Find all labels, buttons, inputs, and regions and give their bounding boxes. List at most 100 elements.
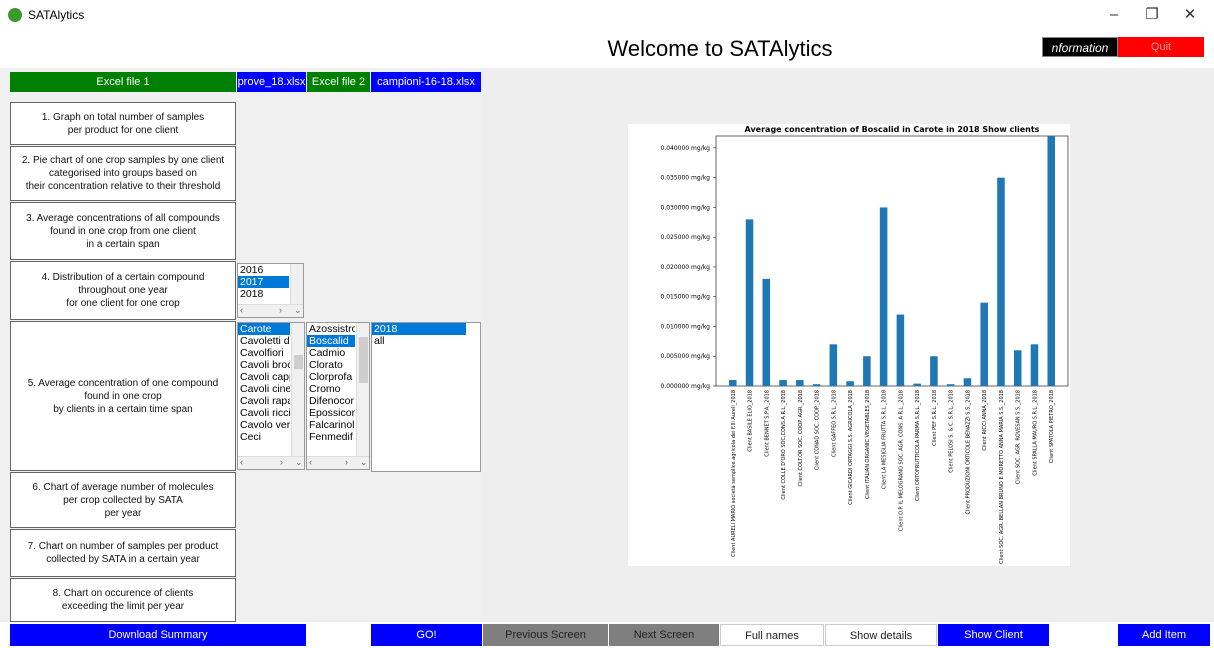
- compound-option[interactable]: Cromo: [307, 383, 355, 395]
- crop-option[interactable]: Cavoli cine: [238, 383, 290, 395]
- span-listbox[interactable]: 2018 all: [371, 322, 481, 472]
- bar: [963, 378, 972, 386]
- x-tick-label: Client BASILE ELIO_2018: [748, 390, 754, 452]
- year-option[interactable]: 2016: [238, 264, 289, 276]
- compound-option[interactable]: Clorprofa: [307, 371, 355, 383]
- compound-option[interactable]: Epossicon: [307, 407, 355, 419]
- quit-button[interactable]: Quit: [1118, 37, 1204, 57]
- scroll-right-icon[interactable]: ›: [279, 305, 282, 315]
- bar: [728, 380, 737, 386]
- excel-file-1-button[interactable]: Excel file 1: [10, 72, 236, 92]
- excel-file-1-name: prove_18.xlsx: [237, 72, 306, 92]
- previous-screen-button[interactable]: Previous Screen: [483, 624, 608, 646]
- bar: [1013, 350, 1022, 386]
- compound-scroll-thumb[interactable]: [359, 337, 368, 383]
- x-tick-label: Client CONAD SOC. COOP._2018: [815, 390, 821, 470]
- crop-scroll-thumb[interactable]: [294, 355, 303, 369]
- show-client-button[interactable]: Show Client: [938, 624, 1049, 646]
- year-option[interactable]: 2018: [238, 288, 289, 300]
- bar: [1047, 136, 1056, 386]
- scroll-left-icon[interactable]: ‹: [240, 457, 243, 467]
- crop-option[interactable]: Cavoli rapa: [238, 395, 290, 407]
- crop-option[interactable]: Cavoli broc: [238, 359, 290, 371]
- restore-icon[interactable]: ❐: [1137, 4, 1167, 26]
- function-7-button[interactable]: 7. Chart on number of samples per produc…: [10, 529, 236, 577]
- app-logo-icon: [8, 8, 22, 22]
- download-summary-button[interactable]: Download Summary: [10, 624, 306, 646]
- show-details-button[interactable]: Show details: [825, 624, 937, 646]
- excel-file-2-button[interactable]: Excel file 2: [307, 72, 370, 92]
- compound-listbox[interactable]: Azossistro Boscalid Cadmio Clorato Clorprofa…: [306, 322, 370, 470]
- scroll-down-icon[interactable]: ⌄: [360, 457, 368, 468]
- next-screen-button[interactable]: Next Screen: [609, 624, 719, 646]
- bar: [879, 207, 888, 386]
- x-tick-label: Client COLT.OR SOC. COOP. AGR._2018: [798, 390, 804, 487]
- compound-listbox-scrollbar[interactable]: [356, 323, 369, 458]
- function-1-button[interactable]: 1. Graph on total number of samples per …: [10, 102, 236, 145]
- x-tick-label: Client GAFFEO S.R.L._2018: [831, 390, 837, 457]
- crop-option[interactable]: Ceci: [238, 431, 290, 443]
- scroll-right-icon[interactable]: ›: [345, 457, 348, 467]
- function-5-button[interactable]: 5. Average concentration of one compound…: [10, 321, 236, 471]
- year-listbox-scrollbar[interactable]: [290, 264, 303, 306]
- compound-option[interactable]: Cadmio: [307, 347, 355, 359]
- year-option[interactable]: 2017: [238, 276, 289, 288]
- compound-option[interactable]: Azossistro: [307, 323, 355, 335]
- x-tick-label: Client SPATOLA PIETRO_2018: [1049, 390, 1055, 463]
- crop-listbox-hscrollbar[interactable]: ‹ › ⌄: [238, 456, 304, 469]
- scroll-down-icon[interactable]: ⌄: [294, 305, 302, 316]
- bar: [762, 278, 771, 386]
- close-icon[interactable]: ✕: [1175, 4, 1205, 26]
- compound-option[interactable]: Falcarinol: [307, 419, 355, 431]
- scroll-left-icon[interactable]: ‹: [240, 305, 243, 315]
- information-button[interactable]: nformation: [1042, 37, 1118, 57]
- function-3-button[interactable]: 3. Average concentrations of all compoun…: [10, 202, 236, 260]
- x-tick-label: Client GICARDI ORTAGGI S.S. AGRICOLA_201…: [848, 390, 854, 505]
- compound-option[interactable]: Difenocor: [307, 395, 355, 407]
- full-names-button[interactable]: Full names: [720, 624, 824, 646]
- bar: [913, 383, 921, 386]
- crop-option[interactable]: Cavoletti di: [238, 335, 290, 347]
- bar: [779, 380, 787, 386]
- x-tick-label: Client COLLE D'ORO SOC.CONS.A R.L._2018: [781, 390, 787, 500]
- bar: [745, 219, 754, 386]
- crop-option[interactable]: Cavoli capp: [238, 371, 290, 383]
- y-tick-label: 0.040000 mg/kg: [661, 145, 711, 152]
- span-option[interactable]: all: [372, 335, 466, 347]
- crop-option[interactable]: Cavolo verz: [238, 419, 290, 431]
- function-6-button[interactable]: 6. Chart of average number of molecules …: [10, 472, 236, 528]
- bar-chart: Average concentration of Boscalid in Car…: [661, 125, 1069, 564]
- crop-listbox[interactable]: Carote Cavoletti di Cavolfiori Cavoli broc C…: [237, 322, 305, 470]
- crop-option[interactable]: Carote: [238, 323, 290, 335]
- x-tick-label: Client SPALLA MAURO S.R.L._2018: [1032, 390, 1038, 476]
- scroll-left-icon[interactable]: ‹: [309, 457, 312, 467]
- y-tick-label: 0.030000 mg/kg: [661, 204, 711, 211]
- y-tick-label: 0.035000 mg/kg: [661, 175, 711, 182]
- compound-option[interactable]: Boscalid: [307, 335, 355, 347]
- year-listbox-hscrollbar[interactable]: ‹ › ⌄: [238, 304, 303, 317]
- x-tick-label: Client BENNET S.P.A._2018: [764, 390, 770, 457]
- window-titlebar: SATAlytics – ❐ ✕: [0, 0, 1214, 30]
- crop-option[interactable]: Cavolfiori: [238, 347, 290, 359]
- function-8-button[interactable]: 8. Chart on occurence of clients exceedi…: [10, 578, 236, 622]
- function-2-button[interactable]: 2. Pie chart of one crop samples by one …: [10, 146, 236, 201]
- compound-option[interactable]: Fenmedif: [307, 431, 355, 443]
- bar: [863, 356, 871, 386]
- x-tick-label: Client RICCI ANNA_2018: [982, 390, 988, 451]
- compound-listbox-hscrollbar[interactable]: ‹ › ⌄: [307, 456, 369, 469]
- x-tick-label: Client O.P. IL MELOGRANO SOC. AGR. CONS.…: [898, 390, 904, 531]
- scroll-down-icon[interactable]: ⌄: [295, 457, 303, 468]
- minimize-icon[interactable]: –: [1099, 4, 1129, 26]
- crop-option[interactable]: Cavoli ricci: [238, 407, 290, 419]
- x-tick-label: Client PELOSI S. & C. S.R.L._2018: [949, 390, 955, 473]
- add-item-button[interactable]: Add Item: [1118, 624, 1210, 646]
- bar: [812, 384, 821, 386]
- year-listbox[interactable]: 2016 2017 2018 ‹ › ⌄: [237, 263, 304, 318]
- function-4-button[interactable]: 4. Distribution of a certain compound th…: [10, 261, 236, 320]
- bar: [896, 314, 905, 386]
- crop-listbox-scrollbar[interactable]: [291, 323, 304, 458]
- go-button[interactable]: GO!: [371, 624, 482, 646]
- scroll-right-icon[interactable]: ›: [280, 457, 283, 467]
- compound-option[interactable]: Clorato: [307, 359, 355, 371]
- span-option[interactable]: 2018: [372, 323, 466, 335]
